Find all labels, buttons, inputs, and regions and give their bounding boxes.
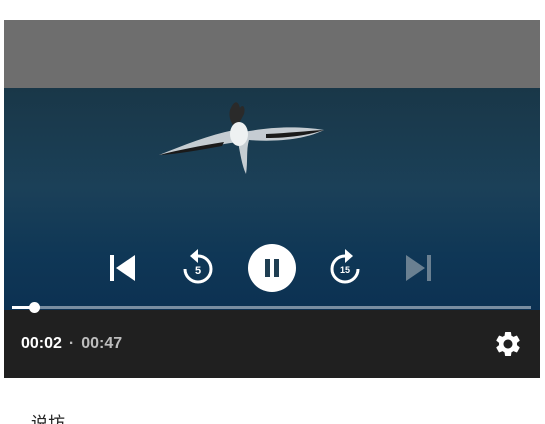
settings-button[interactable]	[493, 329, 523, 359]
letterbox-top	[4, 20, 540, 88]
previous-button[interactable]	[104, 250, 140, 286]
forward-15-icon: 15	[330, 249, 360, 284]
seek-bar[interactable]	[4, 295, 540, 319]
forward-15-button[interactable]: 15	[326, 248, 364, 288]
forward-seconds-label: 15	[340, 265, 350, 275]
gear-icon	[496, 332, 520, 356]
time-separator: ·	[68, 335, 75, 352]
bird-image	[159, 102, 324, 174]
time-display: 00:02 · 00:47	[21, 335, 122, 353]
pause-icon	[248, 244, 296, 292]
rewind-5-button[interactable]: 5	[179, 248, 217, 288]
page: 5 15 00:02 · 00:47 说坊	[0, 0, 545, 424]
pause-button[interactable]	[247, 243, 297, 293]
video-player[interactable]: 5 15 00:02 · 00:47	[4, 20, 540, 378]
skip-previous-icon	[110, 255, 135, 281]
seek-thumb[interactable]	[29, 302, 41, 313]
current-time: 00:02	[21, 335, 62, 352]
seek-track[interactable]	[12, 302, 531, 313]
replay-5-icon: 5	[183, 249, 213, 284]
video-title-snippet: 说坊	[31, 414, 65, 424]
next-button[interactable]	[401, 250, 437, 286]
playback-controls: 5 15	[4, 243, 540, 293]
video-frame[interactable]: 5 15	[4, 88, 540, 310]
control-bar: 00:02 · 00:47	[4, 310, 540, 378]
rewind-seconds-label: 5	[195, 265, 201, 277]
skip-next-icon	[406, 255, 431, 281]
total-duration: 00:47	[81, 335, 123, 352]
